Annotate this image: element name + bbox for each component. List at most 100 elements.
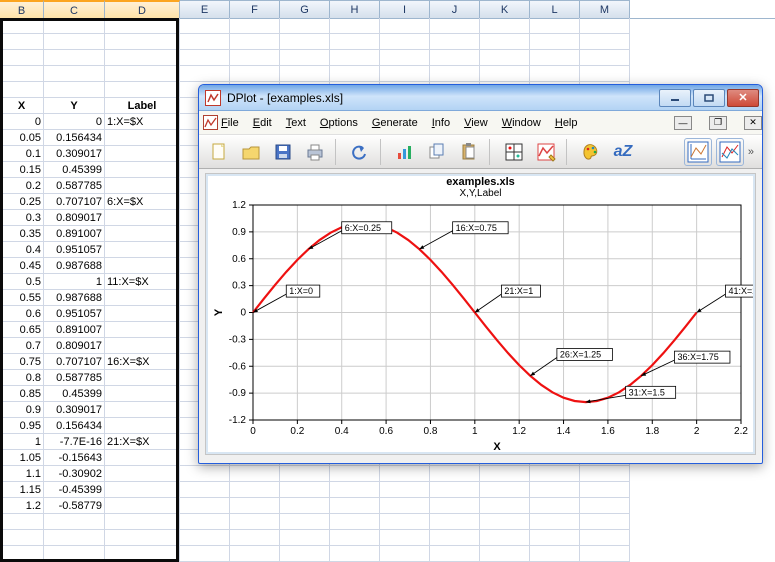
cell[interactable]	[230, 18, 280, 34]
column-header-K[interactable]: K	[480, 0, 530, 18]
cell[interactable]: 0.45399	[44, 386, 105, 402]
cell[interactable]	[580, 482, 630, 498]
column-header-H[interactable]: H	[330, 0, 380, 18]
cell[interactable]: 0.2	[0, 178, 44, 194]
cell[interactable]: 0	[0, 114, 44, 130]
cell[interactable]	[230, 546, 280, 562]
cell[interactable]	[580, 514, 630, 530]
cell[interactable]	[0, 34, 44, 50]
cell[interactable]	[280, 498, 330, 514]
cell[interactable]	[230, 482, 280, 498]
cell[interactable]: 0.309017	[44, 146, 105, 162]
column-header-B[interactable]: B	[0, 0, 44, 18]
cell[interactable]	[44, 66, 105, 82]
cell[interactable]	[330, 498, 380, 514]
cell[interactable]: 0.809017	[44, 338, 105, 354]
cell[interactable]	[230, 50, 280, 66]
menu-file[interactable]: File	[221, 117, 239, 129]
column-header-E[interactable]: E	[180, 0, 230, 18]
column-header-D[interactable]: D	[105, 0, 180, 18]
column-header-L[interactable]: L	[530, 0, 580, 18]
cell[interactable]	[280, 34, 330, 50]
cell[interactable]	[105, 66, 180, 82]
cell[interactable]	[430, 546, 480, 562]
cell[interactable]	[330, 514, 380, 530]
cell[interactable]	[530, 34, 580, 50]
cell[interactable]: 11:X=$X	[105, 274, 180, 290]
cell[interactable]: -0.45399	[44, 482, 105, 498]
cell[interactable]	[0, 66, 44, 82]
cell[interactable]	[330, 50, 380, 66]
cell[interactable]	[580, 546, 630, 562]
cell[interactable]: 0.3	[0, 210, 44, 226]
cell[interactable]: 1:X=$X	[105, 114, 180, 130]
cell[interactable]	[105, 450, 180, 466]
column-header-I[interactable]: I	[380, 0, 430, 18]
cell[interactable]	[380, 18, 430, 34]
cell[interactable]: 0.85	[0, 386, 44, 402]
cell[interactable]	[105, 386, 180, 402]
cell[interactable]	[230, 66, 280, 82]
cell[interactable]	[580, 66, 630, 82]
chart-type-button[interactable]	[391, 138, 419, 166]
cell[interactable]	[0, 514, 44, 530]
menu-text[interactable]: Text	[286, 117, 306, 129]
text-style-button[interactable]: aZ	[609, 138, 637, 166]
cell[interactable]	[105, 226, 180, 242]
cell[interactable]	[330, 482, 380, 498]
cell[interactable]: 0.156434	[44, 130, 105, 146]
cell[interactable]	[105, 482, 180, 498]
cell[interactable]: 0.15	[0, 162, 44, 178]
cell[interactable]: 0.587785	[44, 178, 105, 194]
new-file-button[interactable]	[205, 138, 233, 166]
cell[interactable]	[330, 546, 380, 562]
cell[interactable]	[330, 34, 380, 50]
cell[interactable]: 0.987688	[44, 258, 105, 274]
cell[interactable]: 0.707107	[44, 354, 105, 370]
cell[interactable]: 0.7	[0, 338, 44, 354]
menu-options[interactable]: Options	[320, 117, 358, 129]
cell[interactable]	[530, 50, 580, 66]
cell[interactable]	[480, 466, 530, 482]
mdi-minimize-button[interactable]: —	[674, 116, 692, 130]
cell[interactable]: 0.891007	[44, 226, 105, 242]
cell[interactable]	[230, 466, 280, 482]
print-button[interactable]	[301, 138, 329, 166]
undo-button[interactable]	[346, 138, 374, 166]
menu-help[interactable]: Help	[555, 117, 578, 129]
edit-plot-button[interactable]	[532, 138, 560, 166]
cell[interactable]	[530, 466, 580, 482]
cell[interactable]	[0, 18, 44, 34]
menu-edit[interactable]: Edit	[253, 117, 272, 129]
cell[interactable]: 0.35	[0, 226, 44, 242]
cell[interactable]: 0.05	[0, 130, 44, 146]
cell[interactable]	[380, 498, 430, 514]
cell[interactable]	[180, 18, 230, 34]
cell[interactable]	[180, 546, 230, 562]
cell[interactable]: 0.891007	[44, 322, 105, 338]
cell[interactable]	[180, 66, 230, 82]
cell[interactable]: 0.55	[0, 290, 44, 306]
cell[interactable]	[330, 466, 380, 482]
cell[interactable]	[430, 514, 480, 530]
cell[interactable]	[380, 50, 430, 66]
cell[interactable]: 0.309017	[44, 402, 105, 418]
cell[interactable]: 1.1	[0, 466, 44, 482]
cell[interactable]	[280, 514, 330, 530]
menu-generate[interactable]: Generate	[372, 117, 418, 129]
cell[interactable]	[105, 546, 180, 562]
cell[interactable]: 0.951057	[44, 242, 105, 258]
cell[interactable]: 0.951057	[44, 306, 105, 322]
cell[interactable]	[180, 498, 230, 514]
cell[interactable]	[480, 18, 530, 34]
cell[interactable]	[105, 370, 180, 386]
cell[interactable]	[44, 34, 105, 50]
cell[interactable]	[430, 482, 480, 498]
cell[interactable]	[380, 514, 430, 530]
cell[interactable]	[580, 34, 630, 50]
cell[interactable]	[430, 18, 480, 34]
copy-button[interactable]	[423, 138, 451, 166]
column-header-G[interactable]: G	[280, 0, 330, 18]
cell[interactable]	[230, 34, 280, 50]
cell[interactable]: 1.05	[0, 450, 44, 466]
